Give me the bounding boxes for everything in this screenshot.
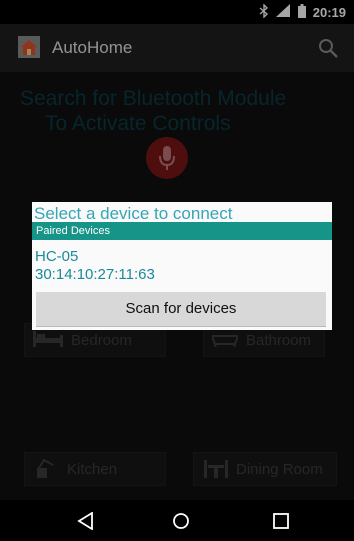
recents-icon[interactable] (272, 512, 290, 530)
paired-devices-label: Paired Devices (36, 225, 110, 237)
home-icon[interactable] (172, 512, 190, 530)
paired-devices-header: Paired Devices (32, 222, 332, 240)
device-select-dialog: Select a device to connect Paired Device… (32, 202, 332, 330)
navigation-bar (0, 500, 354, 541)
device-name: HC-05 (35, 248, 79, 265)
back-icon[interactable] (77, 511, 95, 531)
paired-device-item[interactable]: HC-05 30:14:10:27:11:63 (32, 244, 332, 290)
device-address: 30:14:10:27:11:63 (35, 266, 155, 283)
scan-for-devices-button[interactable]: Scan for devices (36, 292, 326, 327)
dialog-title: Select a device to connect (34, 204, 233, 223)
